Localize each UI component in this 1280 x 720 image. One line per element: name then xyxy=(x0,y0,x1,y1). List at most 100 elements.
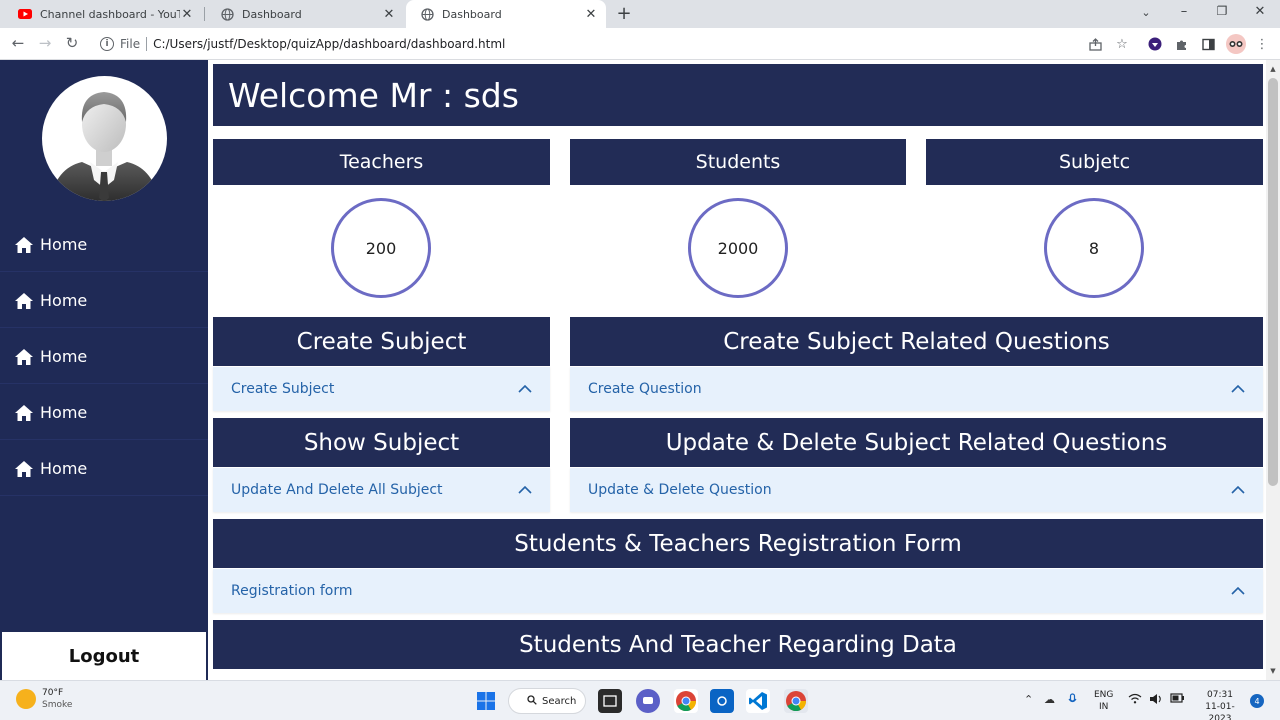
notification-badge[interactable]: 4 xyxy=(1250,694,1264,708)
store-icon[interactable] xyxy=(710,689,734,713)
info-icon[interactable]: i xyxy=(100,37,114,51)
accordion-create-question[interactable]: Create Question xyxy=(570,367,1263,411)
input-language[interactable]: ENG IN xyxy=(1094,689,1113,713)
vscode-icon[interactable] xyxy=(746,689,770,713)
share-icon[interactable] xyxy=(1087,36,1103,52)
stat-value-teachers: 200 xyxy=(331,198,431,298)
weather-desc: Smoke xyxy=(42,700,73,710)
chevron-up-icon xyxy=(1231,385,1245,393)
section-title-update-questions: Update & Delete Subject Related Question… xyxy=(570,418,1263,467)
accordion-label: Create Question xyxy=(588,381,702,397)
accordion-label: Create Subject xyxy=(231,381,335,397)
teams-chat-icon[interactable] xyxy=(636,689,660,713)
language-region: IN xyxy=(1099,702,1109,712)
chevron-up-icon xyxy=(518,385,532,393)
tab-divider xyxy=(204,7,205,21)
minimize-icon[interactable]: – xyxy=(1174,4,1194,19)
chevron-up-icon xyxy=(1231,486,1245,494)
reload-icon[interactable]: ↻ xyxy=(62,34,82,52)
wifi-icon[interactable] xyxy=(1128,693,1142,707)
scrollbar-thumb[interactable] xyxy=(1268,78,1278,486)
extensions-puzzle-icon[interactable] xyxy=(1173,36,1189,52)
chrome-active-icon[interactable] xyxy=(784,689,808,713)
tab-title: Channel dashboard - YouTube Studio xyxy=(40,7,180,21)
browser-tab-dashboard[interactable]: Dashboard ✕ xyxy=(206,0,404,28)
section-title-regarding-data: Students And Teacher Regarding Data xyxy=(213,620,1263,669)
accordion-update-delete-subject[interactable]: Update And Delete All Subject xyxy=(213,468,550,512)
accordion-create-subject[interactable]: Create Subject xyxy=(213,367,550,411)
scroll-down-arrow-icon[interactable]: ▼ xyxy=(1266,664,1280,678)
sidebar-item-home[interactable]: Home xyxy=(0,330,208,384)
sidebar-item-label: Home xyxy=(40,235,88,254)
accordion-label: Registration form xyxy=(231,583,353,599)
accordion-registration-form[interactable]: Registration form xyxy=(213,569,1263,613)
window-close-icon[interactable]: ✕ xyxy=(1250,4,1270,19)
page-viewport: Home Home Home Home Home Logout Welcome … xyxy=(0,60,1280,680)
sidebar-item-label: Home xyxy=(40,459,88,478)
tray-chevron-up-icon[interactable]: ⌃ xyxy=(1024,693,1033,706)
stat-header-students: Students xyxy=(570,139,906,185)
stat-value-students: 2000 xyxy=(688,198,788,298)
restore-icon[interactable]: ❐ xyxy=(1212,4,1232,18)
accordion-update-delete-question[interactable]: Update & Delete Question xyxy=(570,468,1263,512)
browser-tab-youtube[interactable]: Channel dashboard - YouTube Studio ✕ xyxy=(4,0,202,28)
home-icon xyxy=(15,460,33,477)
stat-header-subjects: Subjetc xyxy=(926,139,1263,185)
stat-header-teachers: Teachers xyxy=(213,139,550,185)
onedrive-cloud-icon[interactable]: ☁ xyxy=(1044,693,1055,706)
sidebar-item-home[interactable]: Home xyxy=(0,274,208,328)
globe-icon xyxy=(420,7,434,21)
chrome-icon[interactable] xyxy=(674,689,698,713)
sidebar-item-home[interactable]: Home xyxy=(0,218,208,272)
new-tab-icon[interactable]: + xyxy=(614,3,634,24)
address-bar[interactable]: i File C:/Users/justf/Desktop/quizApp/da… xyxy=(92,31,1142,57)
weather-widget[interactable]: 70°F Smoke xyxy=(16,687,72,711)
profile-avatar-icon[interactable] xyxy=(1226,34,1246,54)
weather-temp: 70°F xyxy=(42,688,64,698)
clock-date: 11-01-2023 xyxy=(1205,702,1235,720)
tab-close-icon[interactable]: ✕ xyxy=(584,7,598,22)
chevron-up-icon xyxy=(518,486,532,494)
stat-value-subjects: 8 xyxy=(1044,198,1144,298)
tab-close-icon[interactable]: ✕ xyxy=(382,7,396,22)
sidebar-item-home[interactable]: Home xyxy=(0,442,208,496)
battery-icon[interactable] xyxy=(1170,693,1185,706)
accordion-label: Update & Delete Question xyxy=(588,482,772,498)
browser-tab-strip: Channel dashboard - YouTube Studio ✕ Das… xyxy=(0,0,1280,28)
microphone-icon[interactable] xyxy=(1068,693,1077,709)
language-code: ENG xyxy=(1094,690,1114,700)
scroll-up-arrow-icon[interactable]: ▲ xyxy=(1266,62,1280,76)
extension-download-icon[interactable] xyxy=(1147,36,1163,52)
taskbar-search[interactable]: Search xyxy=(508,688,586,714)
side-panel-icon[interactable] xyxy=(1200,36,1216,52)
home-icon xyxy=(15,348,33,365)
tab-search-chevron-icon[interactable]: ⌄ xyxy=(1136,6,1156,19)
task-view-icon[interactable] xyxy=(598,689,622,713)
clock[interactable]: 07:31 11-01-2023 xyxy=(1195,689,1245,720)
volume-icon[interactable] xyxy=(1149,693,1163,708)
sidebar-item-label: Home xyxy=(40,347,88,366)
browser-tab-dashboard-active[interactable]: Dashboard ✕ xyxy=(406,0,606,28)
search-label: Search xyxy=(542,695,577,707)
section-title-show-subject: Show Subject xyxy=(213,418,550,467)
bookmark-star-icon[interactable]: ☆ xyxy=(1114,36,1130,52)
tab-close-icon[interactable]: ✕ xyxy=(180,7,194,22)
back-arrow-icon[interactable]: ← xyxy=(8,34,28,52)
windows-taskbar: 70°F Smoke Search ⌃ ☁ ENG IN 07:31 11-01… xyxy=(0,680,1280,720)
home-icon xyxy=(15,404,33,421)
sidebar-item-home[interactable]: Home xyxy=(0,386,208,440)
chevron-up-icon xyxy=(1231,587,1245,595)
logout-button[interactable]: Logout xyxy=(2,632,206,680)
sidebar: Home Home Home Home Home Logout xyxy=(0,60,208,680)
browser-menu-icon[interactable]: ⋮ xyxy=(1254,36,1270,52)
windows-start-icon[interactable] xyxy=(474,689,498,713)
address-scheme: File xyxy=(120,37,141,51)
sidebar-item-label: Home xyxy=(40,291,88,310)
accordion-label: Update And Delete All Subject xyxy=(231,482,443,498)
address-url: C:/Users/justf/Desktop/quizApp/dashboard… xyxy=(153,37,506,51)
globe-icon xyxy=(220,7,234,21)
home-icon xyxy=(15,236,33,253)
forward-arrow-icon[interactable]: → xyxy=(35,34,55,52)
section-title-registration: Students & Teachers Registration Form xyxy=(213,519,1263,568)
page-title: Welcome Mr : sds xyxy=(228,75,519,115)
